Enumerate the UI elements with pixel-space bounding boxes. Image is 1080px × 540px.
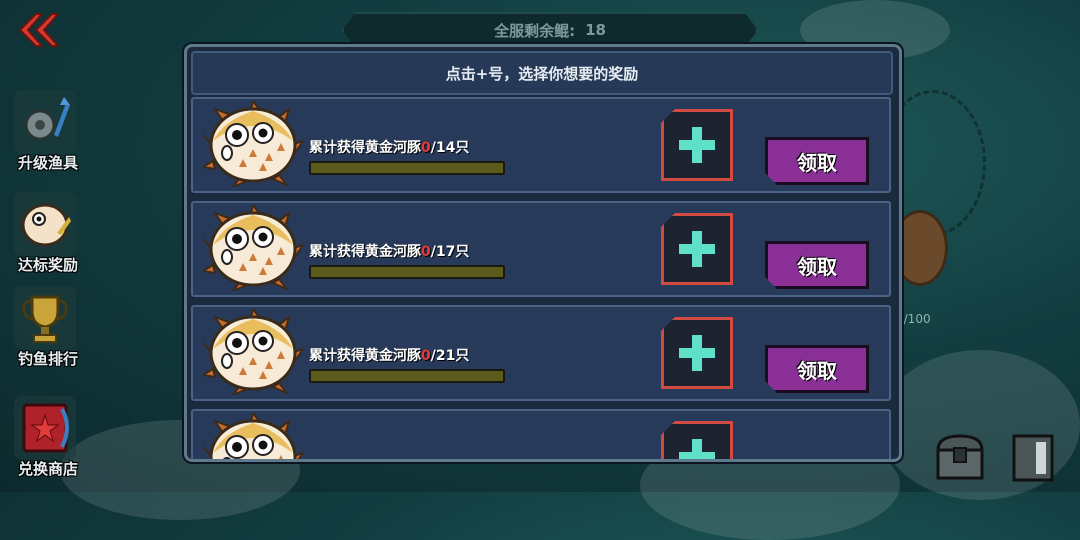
task-current: 0: [421, 348, 431, 364]
reward-row: 累计获得黄金河豚0/14只 领取: [191, 97, 891, 193]
claim-button[interactable]: 领取: [765, 345, 869, 393]
golden-pufferfish-icon: [202, 410, 306, 459]
task-progress-bar: [309, 265, 505, 279]
back-button[interactable]: [14, 10, 62, 50]
task-current: 0: [421, 140, 431, 156]
reward-list[interactable]: 累计获得黄金河豚0/14只 领取 累计获得黄金河豚0/17只 领取 累计获得黄金…: [191, 97, 891, 459]
task-target: /17只: [430, 244, 470, 260]
claim-button[interactable]: 领取: [765, 241, 869, 289]
task-target: /21只: [430, 348, 470, 364]
task-text: 累计获得黄金河豚0/17只: [309, 241, 469, 261]
task-prefix: 累计获得黄金河豚: [309, 348, 421, 364]
task-text: 累计获得黄金河豚0/21只: [309, 345, 469, 365]
select-reward-plus-button[interactable]: [661, 109, 733, 181]
side-upgrade-gear[interactable]: 升级渔具: [8, 90, 84, 180]
claim-button[interactable]: 领取: [765, 137, 869, 185]
side-item-label: 升级渔具: [17, 154, 78, 172]
shop-book-icon: [14, 396, 76, 460]
select-reward-plus-button[interactable]: [661, 213, 733, 285]
plus-icon: [679, 439, 715, 459]
trophy-icon: [14, 286, 76, 350]
side-item-label: 兑换商店: [17, 460, 78, 478]
chest-button[interactable]: [932, 432, 988, 484]
book-button[interactable]: [1006, 432, 1060, 484]
double-chevron-left-icon: [18, 13, 61, 47]
treasure-chest-icon: [936, 434, 984, 480]
server-remaining-counter: 全服剩余鲲: 18: [342, 12, 758, 48]
plus-icon: [679, 127, 715, 163]
plus-icon: [679, 231, 715, 267]
pufferfish-reward-icon: [14, 192, 76, 256]
side-reward-target[interactable]: 达标奖励: [8, 192, 84, 282]
select-reward-plus-button[interactable]: [661, 317, 733, 389]
task-progress-bar: [309, 161, 505, 175]
task-prefix: 累计获得黄金河豚: [309, 244, 421, 260]
golden-pufferfish-icon: [200, 98, 306, 190]
task-prefix: 累计获得黄金河豚: [309, 140, 421, 156]
reward-select-modal: 点击+号，选择你想要的奖励 累计获得黄金河豚0/14只 领取 累计获得黄金河豚0…: [184, 44, 902, 462]
task-target: /14只: [430, 140, 470, 156]
golden-pufferfish-icon: [200, 306, 306, 398]
side-fishing-rank[interactable]: 钓鱼排行: [8, 286, 84, 376]
fishing-reel-icon: [14, 90, 76, 154]
plus-icon: [679, 335, 715, 371]
golden-pufferfish-icon: [200, 202, 306, 294]
server-remaining-label: 全服剩余鲲:: [494, 21, 576, 40]
task-progress-bar: [309, 369, 505, 383]
server-remaining-value: 18: [585, 21, 606, 39]
side-item-label: 钓鱼排行: [17, 350, 78, 368]
book-icon: [1012, 434, 1054, 482]
reward-row: 累计获得黄金河豚0/17只 领取: [191, 201, 891, 297]
modal-header: 点击+号，选择你想要的奖励: [191, 51, 893, 95]
reward-row: 累计获得黄金河豚0/21只 领取: [191, 305, 891, 401]
side-item-label: 达标奖励: [17, 256, 78, 274]
task-text: 累计获得黄金河豚0/14只: [309, 137, 469, 157]
reward-row: [191, 409, 891, 459]
select-reward-plus-button[interactable]: [661, 421, 733, 459]
modal-header-text: 点击+号，选择你想要的奖励: [445, 64, 639, 83]
side-exchange-shop[interactable]: 兑换商店: [8, 396, 84, 486]
task-current: 0: [421, 244, 431, 260]
